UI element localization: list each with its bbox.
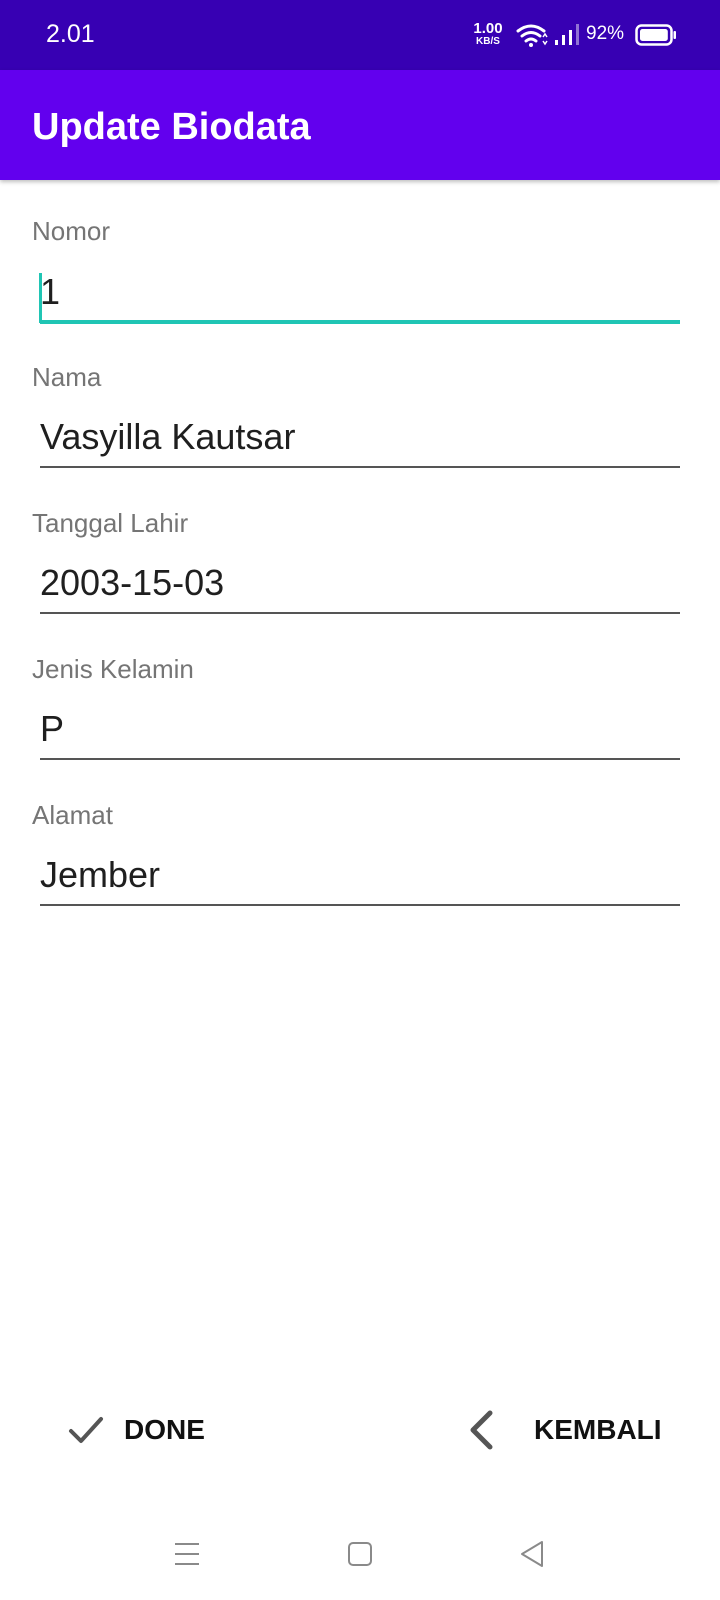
- network-speed: 1.00 KB/S: [470, 21, 506, 47]
- alamat-field[interactable]: [40, 846, 680, 906]
- network-speed-value: 1.00: [473, 20, 503, 37]
- page-title: Update Biodata: [32, 106, 311, 148]
- status-icons: 1.00 KB/S 92%: [460, 0, 720, 70]
- done-button[interactable]: DONE: [68, 1395, 205, 1465]
- status-time: 2.01: [46, 20, 95, 48]
- nama-field[interactable]: [40, 408, 680, 468]
- app-bar: Update Biodata: [0, 70, 720, 180]
- jenis-kelamin-field[interactable]: [40, 700, 680, 760]
- home-square-icon[interactable]: [347, 1541, 373, 1567]
- back-triangle-icon[interactable]: [519, 1540, 545, 1568]
- kembali-label: KEMBALI: [534, 1414, 662, 1445]
- nama-label: Nama: [32, 362, 102, 392]
- alamat-label: Alamat: [32, 800, 113, 830]
- tanggal-lahir-label: Tanggal Lahir: [32, 508, 189, 538]
- jenis-kelamin-label: Jenis Kelamin: [32, 654, 194, 684]
- battery-percent: 92%: [586, 23, 625, 44]
- kembali-button[interactable]: KEMBALI: [468, 1395, 662, 1465]
- check-icon: [69, 1417, 103, 1443]
- nomor-field[interactable]: [40, 264, 680, 324]
- nomor-label: Nomor: [32, 216, 111, 246]
- done-label: DONE: [124, 1414, 205, 1445]
- text-cursor: [39, 273, 42, 323]
- chevron-left-icon: [470, 1410, 493, 1450]
- signal-icon: [555, 24, 579, 45]
- tanggal-lahir-field[interactable]: [40, 554, 680, 614]
- battery-icon: [635, 24, 676, 46]
- wifi-icon: [516, 24, 548, 47]
- network-speed-unit: KB/S: [476, 36, 500, 47]
- status-bar: 2.01 1.00 KB/S 92%: [0, 0, 720, 70]
- menu-icon[interactable]: [174, 1541, 200, 1567]
